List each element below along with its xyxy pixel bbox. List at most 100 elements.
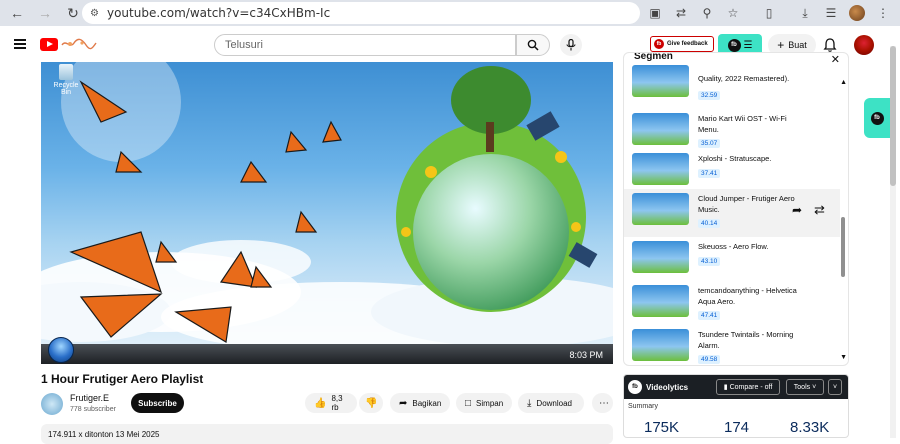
segment-title: temcandoanything - Helvetica Aqua Aero. [698,286,797,306]
videolytics-header: fb Videolytics ▮ Compare - off Tools ˅ ˅ [624,375,848,399]
save-label: Simpan [476,398,504,408]
microphone-icon [566,39,576,51]
segment-timestamp[interactable]: 35.07 [698,139,721,148]
browser-toolbar: ← → ↻ ⚙ youtube.com/watch?v=c34CxHBm-Ic … [0,0,900,26]
download-button[interactable]: ⤓ Download [518,393,584,413]
dislike-button[interactable]: 👎 [359,393,383,413]
video-frame-art [41,62,613,352]
description-box[interactable]: 174.911 x ditonton 13 Mei 2025 [41,424,613,444]
reload-icon[interactable]: ↻ [62,2,84,24]
stat-views: 175K [644,419,680,436]
share-button[interactable]: ➦ Bagikan [390,393,450,413]
browser-actions: ▣ ⇄ ⚲ ☆ ▯ ⤓ ☰ ⋮ [644,2,894,24]
segment-item[interactable]: Cloud Jumper - Frutiger Aero Music. 40.14… [624,189,840,237]
bookmark-star-icon[interactable]: ☆ [722,2,744,24]
segment-timestamp[interactable]: 47.41 [698,311,721,320]
expand-chevron-icon: ˅ [832,383,838,391]
sidebar-extension-logo-icon: fb [870,111,884,125]
segment-timestamp[interactable]: 40.14 [698,219,721,228]
zoom-icon[interactable]: ⚲ [696,2,718,24]
taskbar-clock: 8:03 PM [569,350,603,360]
segment-thumbnail[interactable] [632,153,689,185]
taskbar: 8:03 PM [41,344,613,364]
share-label: Bagikan [412,398,442,408]
scroll-down-arrow-icon[interactable]: ▼ [840,354,847,361]
forward-icon[interactable]: → [34,2,56,24]
segment-thumbnail[interactable] [632,113,689,145]
sidebar-extension-tab[interactable]: fb [864,98,890,138]
compare-toggle[interactable]: ▮ Compare - off [716,379,780,395]
tools-label: Tools [793,383,811,391]
segments-panel: Segmen ✕ Quality, 2022 Remastered). 32.59… [623,52,849,366]
notifications-bell-icon[interactable] [822,37,838,53]
segment-title: Skeuoss - Aero Flow. [698,242,769,251]
segment-timestamp[interactable]: 49.58 [698,355,721,364]
search-input[interactable]: Telusuri [214,34,516,56]
download-icon[interactable]: ⤓ [794,2,816,24]
menu-icon[interactable] [14,39,26,49]
segment-thumbnail[interactable] [632,193,689,225]
extension-list-icon: ☰ [743,39,753,51]
doodle-logo[interactable] [60,37,98,51]
segment-title: Mario Kart Wii OST - Wi-Fi Menu. [698,114,787,134]
segment-item[interactable]: Skeuoss - Aero Flow. 43.10 [624,237,840,285]
segment-loop-icon[interactable]: ⇄ [814,202,825,218]
segment-share-icon[interactable]: ➦ [792,203,802,217]
segment-timestamp[interactable]: 43.10 [698,257,721,266]
extensions-icon[interactable]: ▯ [758,2,780,24]
site-info-icon[interactable]: ⚙ [90,8,99,19]
tab-search-icon[interactable]: ☰ [820,2,842,24]
segment-thumbnail[interactable] [632,65,689,97]
save-button[interactable]: □ Simpan [456,393,512,413]
segments-title: Segmen [634,52,673,62]
channel-avatar[interactable] [41,393,63,415]
account-avatar[interactable] [854,35,874,55]
scroll-up-arrow-icon[interactable]: ▲ [840,79,847,86]
give-feedback-button[interactable]: fb Give feedback [650,36,714,52]
bar-chart-icon: ▮ [723,384,728,391]
search-button[interactable] [516,34,550,56]
chevron-down-icon: ˅ [812,383,817,391]
youtube-logo[interactable] [40,38,58,51]
page-scroll-thumb[interactable] [890,46,896,186]
subscribe-button[interactable]: Subscribe [131,393,184,413]
subscriber-count: 778 subscriber [70,406,116,413]
segment-title: Quality, 2022 Remastered). [698,74,790,83]
segment-item[interactable]: temcandoanything - Helvetica Aqua Aero. 4… [624,281,840,329]
extension-logo-icon: fb [727,38,741,52]
segment-thumbnail[interactable] [632,285,689,317]
segment-item[interactable]: Tsundere Twintails - Morning Alarm. 49.58 [624,325,840,365]
like-button[interactable]: 👍 8,3 rb [305,393,357,413]
segment-thumbnail[interactable] [632,241,689,273]
segment-title: Xploshi - Stratuscape. [698,154,772,163]
translate-icon[interactable]: ⇄ [670,2,692,24]
cast-icon[interactable]: ▣ [644,2,666,24]
like-count: 8,3 rb [331,394,343,412]
url-text: youtube.com/watch?v=c34CxHBm-Ic [106,6,331,20]
segment-timestamp[interactable]: 32.59 [698,91,721,100]
segments-scroll-thumb[interactable] [841,217,845,277]
profile-icon[interactable] [846,2,868,24]
back-icon[interactable]: ← [6,2,28,24]
channel-name[interactable]: Frutiger.E [70,393,109,403]
segment-timestamp[interactable]: 37.41 [698,169,721,178]
thumbs-up-icon: 👍 [314,397,327,409]
segment-item[interactable]: Quality, 2022 Remastered). 32.59 [624,65,840,113]
windows-start-orb-icon [48,337,74,363]
download-label: Download [536,398,572,408]
videolytics-logo-icon: fb [628,380,642,394]
address-bar[interactable]: ⚙ youtube.com/watch?v=c34CxHBm-Ic [82,2,640,24]
tools-dropdown[interactable]: Tools ˅ [786,379,824,395]
plus-icon: + [777,38,785,52]
save-bookmark-icon: □ [465,397,472,409]
feedback-logo-icon: fb [654,39,664,49]
expand-button[interactable]: ˅ [828,379,842,395]
segment-thumbnail[interactable] [632,329,689,361]
kebab-menu-icon[interactable]: ⋮ [872,2,894,24]
video-player[interactable]: Recycle Bin 8:03 PM [41,62,613,364]
profile-avatar [849,5,865,21]
videolytics-title: Videolytics [646,382,689,392]
voice-search-button[interactable] [560,34,582,56]
more-actions-button[interactable]: ⋯ [592,393,613,413]
stat-likes: 8.33K [790,419,830,436]
